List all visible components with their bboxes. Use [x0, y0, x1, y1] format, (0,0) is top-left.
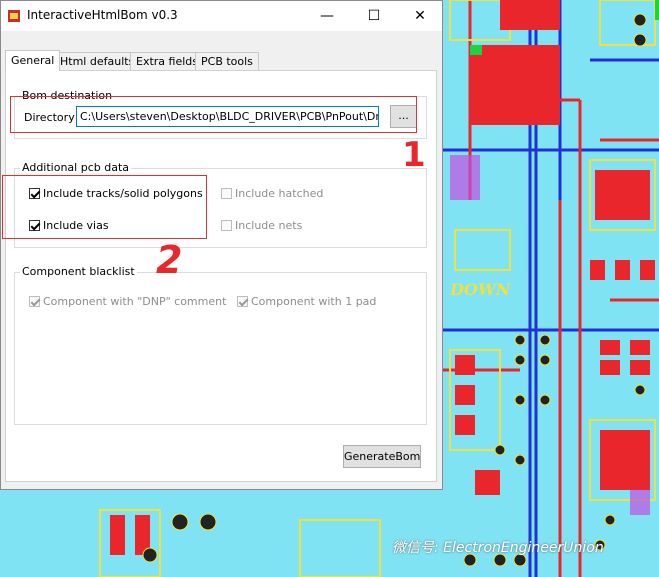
minimize-button[interactable]: —	[304, 1, 350, 31]
one-pad-checkbox[interactable]	[237, 296, 248, 307]
app-window: InteractiveHtmlBom v0.3 — ☐ ✕ General Ht…	[0, 0, 443, 490]
wechat-watermark: 微信号: ElectronEngineerUnion	[392, 540, 604, 556]
app-icon	[8, 10, 20, 22]
annotation-mark-1: 1	[402, 135, 426, 175]
generate-bom-button[interactable]: GenerateBom	[343, 445, 421, 468]
tab-general[interactable]: General	[5, 50, 61, 71]
dnp-comment-checkbox[interactable]	[29, 296, 40, 307]
include-hatched-label: Include hatched	[235, 187, 324, 200]
tab-pcb-tools[interactable]: PCB tools	[195, 52, 259, 70]
dnp-comment-label: Component with "DNP" comment	[43, 295, 227, 308]
window-title: InteractiveHtmlBom v0.3	[27, 8, 178, 22]
maximize-button[interactable]: ☐	[351, 1, 397, 31]
close-button[interactable]: ✕	[397, 1, 443, 31]
pcb-silkscreen-text: DOWN	[449, 280, 512, 299]
checkbox-highlight-box	[2, 175, 207, 239]
directory-highlight-box	[10, 96, 417, 133]
additional-pcb-data-label: Additional pcb data	[20, 161, 132, 174]
title-bar[interactable]: InteractiveHtmlBom v0.3 — ☐ ✕	[1, 1, 442, 31]
include-hatched-checkbox[interactable]	[221, 188, 232, 199]
component-blacklist-label: Component blacklist	[20, 265, 137, 278]
tab-html-defaults[interactable]: Html defaults	[54, 52, 141, 70]
include-nets-checkbox[interactable]	[221, 220, 232, 231]
annotation-mark-2: 2	[156, 238, 183, 282]
include-nets-label: Include nets	[235, 219, 303, 232]
tab-extra-fields[interactable]: Extra fields	[130, 52, 204, 70]
one-pad-label: Component with 1 pad	[251, 295, 377, 308]
